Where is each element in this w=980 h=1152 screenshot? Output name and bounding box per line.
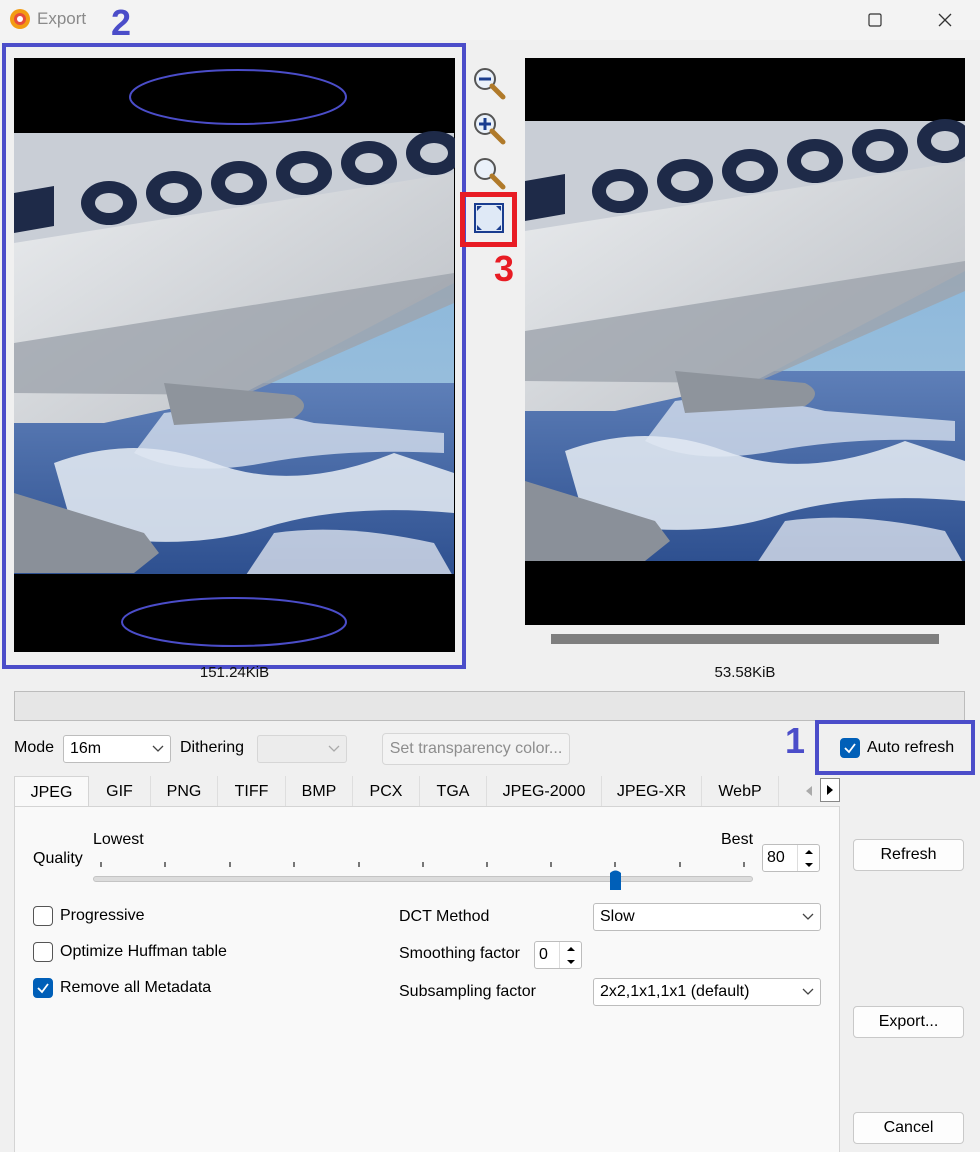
tab-jpeg-xr[interactable]: JPEG-XR bbox=[602, 776, 702, 807]
tab-gif[interactable]: GIF bbox=[89, 776, 151, 807]
dithering-select[interactable] bbox=[257, 735, 347, 763]
progressive-label: Progressive bbox=[60, 907, 145, 924]
subsampling-value: 2x2,1x1,1x1 (default) bbox=[600, 983, 750, 1000]
app-logo-icon bbox=[8, 7, 32, 31]
arrow-right-icon bbox=[827, 785, 833, 795]
quality-best-label: Best bbox=[721, 831, 754, 848]
auto-refresh-label: Auto refresh bbox=[867, 739, 955, 756]
spin-up-button[interactable] bbox=[798, 845, 819, 858]
tab-tiff[interactable]: TIFF bbox=[218, 776, 286, 807]
exported-preview[interactable] bbox=[525, 58, 965, 625]
annotation-number-2: 2 bbox=[111, 2, 132, 43]
original-size-label: 151.24KiB bbox=[199, 664, 270, 681]
arrow-up-icon bbox=[566, 946, 575, 951]
chevron-down-icon bbox=[802, 913, 814, 920]
zoom-out-icon bbox=[474, 68, 506, 100]
optimize-huffman-checkbox[interactable] bbox=[33, 942, 53, 962]
smoothing-value: 0 bbox=[539, 946, 548, 963]
smoothing-factor-spinbox[interactable]: 0 bbox=[534, 941, 582, 969]
spin-down-button[interactable] bbox=[560, 955, 581, 968]
mode-label: Mode bbox=[14, 739, 55, 756]
exported-size-label: 53.58KiB bbox=[714, 664, 776, 681]
zoom-in-icon bbox=[474, 113, 506, 145]
arrow-down-icon bbox=[804, 862, 813, 867]
close-icon bbox=[938, 13, 952, 27]
quality-lowest-label: Lowest bbox=[93, 831, 144, 848]
tab-bmp[interactable]: BMP bbox=[286, 776, 353, 807]
quality-slider-thumb[interactable] bbox=[609, 868, 622, 891]
annotation-number-3: 3 bbox=[494, 248, 515, 289]
window-title: Export bbox=[37, 9, 87, 28]
tab-scroll-left-button[interactable] bbox=[800, 780, 818, 802]
zoom-out-button[interactable] bbox=[469, 63, 509, 103]
annotation-box-3 bbox=[460, 192, 517, 247]
subsampling-factor-select[interactable]: 2x2,1x1,1x1 (default) bbox=[593, 978, 821, 1006]
tab-tga[interactable]: TGA bbox=[420, 776, 487, 807]
arrow-down-icon bbox=[566, 959, 575, 964]
quality-spinbox[interactable]: 80 bbox=[762, 844, 820, 872]
tab-pcx[interactable]: PCX bbox=[353, 776, 420, 807]
checkmark-icon bbox=[844, 743, 856, 754]
mode-select[interactable]: 16m bbox=[63, 735, 171, 763]
arrow-up-icon bbox=[804, 849, 813, 854]
quality-label: Quality bbox=[33, 850, 83, 867]
smoothing-factor-label: Smoothing factor bbox=[399, 945, 520, 962]
format-tabs: JPEG GIF PNG TIFF BMP PCX TGA JPEG-2000 … bbox=[14, 776, 779, 808]
checkmark-icon bbox=[37, 983, 49, 994]
dct-method-select[interactable]: Slow bbox=[593, 903, 821, 931]
zoom-in-button[interactable] bbox=[469, 108, 509, 148]
chevron-down-icon bbox=[328, 745, 340, 752]
quality-slider-track[interactable] bbox=[93, 876, 753, 882]
annotation-number-1: 1 bbox=[785, 720, 806, 761]
tab-webp[interactable]: WebP bbox=[702, 776, 779, 807]
close-button[interactable] bbox=[915, 0, 975, 40]
set-transparency-button[interactable]: Set transparency color... bbox=[382, 733, 570, 765]
maximize-icon bbox=[868, 13, 882, 27]
progressive-checkbox[interactable] bbox=[33, 906, 53, 926]
optimize-huffman-label: Optimize Huffman table bbox=[60, 943, 227, 960]
spin-up-button[interactable] bbox=[560, 942, 581, 955]
tab-jpeg[interactable]: JPEG bbox=[14, 776, 89, 808]
zoom-actual-button[interactable] bbox=[469, 153, 509, 193]
tab-png[interactable]: PNG bbox=[151, 776, 218, 807]
mode-value: 16m bbox=[70, 740, 102, 757]
tab-scroll-right-button[interactable] bbox=[820, 778, 840, 802]
tab-jpeg-2000[interactable]: JPEG-2000 bbox=[487, 776, 602, 807]
refresh-button[interactable]: Refresh bbox=[853, 839, 964, 871]
maximize-button[interactable] bbox=[845, 0, 905, 40]
arrow-left-icon bbox=[806, 786, 812, 796]
dct-method-label: DCT Method bbox=[399, 908, 490, 925]
zoom-actual-icon bbox=[474, 158, 506, 190]
chevron-down-icon bbox=[802, 988, 814, 995]
cancel-button[interactable]: Cancel bbox=[853, 1112, 964, 1144]
preview-scrollbar[interactable] bbox=[551, 634, 939, 644]
subsampling-factor-label: Subsampling factor bbox=[399, 983, 536, 1000]
remove-metadata-label: Remove all Metadata bbox=[60, 979, 212, 996]
progress-bar bbox=[14, 691, 965, 721]
dithering-label: Dithering bbox=[180, 739, 245, 756]
annotation-box-2 bbox=[2, 43, 466, 669]
quality-value: 80 bbox=[767, 849, 785, 866]
chevron-down-icon bbox=[152, 745, 164, 752]
auto-refresh-checkbox[interactable] bbox=[840, 738, 860, 758]
title-bar: Export bbox=[0, 0, 980, 40]
spin-down-button[interactable] bbox=[798, 858, 819, 871]
export-button[interactable]: Export... bbox=[853, 1006, 964, 1038]
dct-method-value: Slow bbox=[600, 908, 635, 925]
remove-metadata-checkbox[interactable] bbox=[33, 978, 53, 998]
